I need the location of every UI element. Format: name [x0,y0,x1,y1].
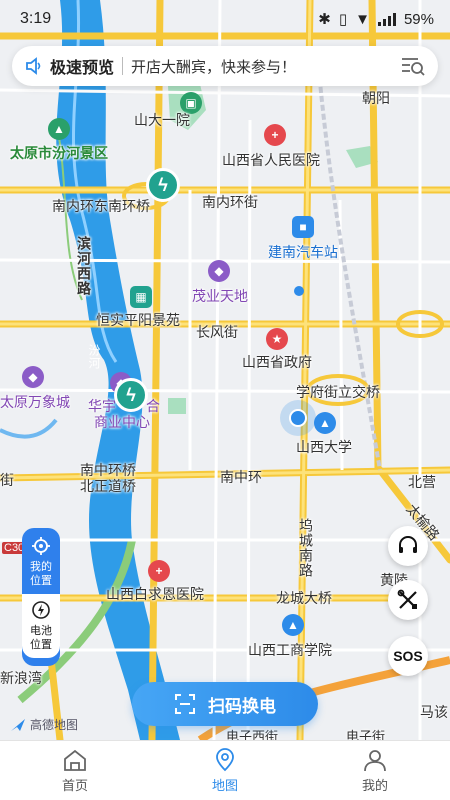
map-canvas [0,0,450,740]
battery-location-label: 电池 位置 [30,625,52,651]
map-label: 街 [0,472,14,488]
map-label: 南中环 [220,469,262,485]
map-label: 滨河西路 [76,236,92,296]
vibrate-icon: ▯ [338,11,348,28]
map-label: 茂业天地 [192,288,248,304]
map-label: 朝阳 [362,90,390,106]
notice-text: 开店大酬宾，快来参与！ [131,58,297,76]
map-label: 太原万象城 [0,394,70,410]
map-label: 南内环东南环桥 [52,198,150,214]
sos-label: SOS [393,648,423,664]
bottom-tab-bar: 首页 地图 我的 [0,740,450,800]
speaker-icon [26,57,41,75]
amap-logo-icon [11,718,25,731]
building-marker-icon[interactable]: ▦ [130,286,152,308]
map-view[interactable]: + + ★ ▣ ▲ ■ ◆ ◆ ◆ ▦ ▲ ▲ ϟ ϟ 朝阳 山大一院 太原市汾… [0,0,450,740]
location-controls: 我的 位置 电池 位置 [22,528,60,666]
home-icon [64,749,86,771]
tab-map[interactable]: 地图 [150,741,300,800]
charging-station-icon[interactable]: ϟ [146,168,180,202]
scan-swap-battery-button[interactable]: 扫码换电 [132,682,318,726]
map-label: 南内环街 [202,194,258,210]
map-label: 商业中心 [94,414,150,430]
status-bar: 3:19 ✱ ▯ ▼ 59% [0,0,450,38]
lightning-circle-icon [32,601,50,619]
scan-button-label: 扫码换电 [208,696,276,716]
school-marker-icon-2[interactable]: ▲ [282,614,304,636]
map-label: 山西工商学院 [248,642,332,658]
map-label: 建南汽车站 [268,244,338,260]
map-label: 合 [146,398,160,414]
amap-logo-text: 高德地图 [30,718,79,732]
shopping-marker-icon[interactable]: ◆ [208,260,230,282]
notice-divider [122,57,124,75]
user-icon [364,749,386,771]
scenic-marker-icon[interactable]: ▲ [48,118,70,140]
map-label: 山西省人民医院 [222,152,320,168]
sos-button[interactable]: SOS [388,636,428,676]
amap-logo: 高德地图 [10,716,78,733]
my-location-label: 我的 位置 [30,561,52,587]
tab-home-label: 首页 [61,777,88,793]
map-label: 电子街 [346,729,386,740]
hospital-marker-icon-2[interactable]: + [148,560,170,582]
map-label: 长风街 [196,324,238,340]
customer-service-button[interactable] [388,526,428,566]
map-label: 新浪湾 [0,670,42,686]
map-label: 北正道桥 [80,478,136,494]
scan-icon [175,694,195,714]
map-label: 山大一院 [134,112,190,128]
notice-title: 极速预览 [50,60,115,77]
map-label: 汾河 [87,344,101,370]
notice-bar[interactable]: 极速预览 开店大酬宾，快来参与！ [12,46,438,86]
signal-icon [377,12,396,26]
map-label: 电子西街 [226,729,279,740]
government-star-icon[interactable]: ★ [266,328,288,350]
map-pin-icon [216,747,234,771]
map-label: 马该 [420,704,448,720]
search-list-icon[interactable] [400,55,426,77]
headset-icon [399,536,417,553]
bluetooth-icon: ✱ [318,11,331,28]
tab-home[interactable]: 首页 [0,741,150,800]
crosshair-icon [32,537,50,555]
bus-station-icon[interactable]: ■ [292,216,314,238]
charging-station-icon-2[interactable]: ϟ [114,378,148,412]
tab-mine-label: 我的 [361,777,388,793]
map-label: 恒实平阳景苑 [96,312,180,328]
shopping-marker-icon-2[interactable]: ◆ [22,366,44,388]
status-icons: ✱ ▯ ▼ 59% [318,10,434,29]
battery-location-button[interactable]: 电池 位置 [22,594,60,658]
hospital-marker-icon[interactable]: + [264,124,286,146]
map-label: 学府街立交桥 [296,384,380,400]
map-label: 坞城南路 [298,518,314,578]
status-time: 3:19 [20,10,52,27]
map-label: 山西大学 [296,439,352,455]
map-label: 山西白求恩医院 [106,586,204,602]
wifi-icon: ▼ [355,10,370,28]
map-label: 山西省政府 [242,354,312,370]
map-label: 龙城大桥 [276,590,332,606]
battery-percent: 59% [403,10,434,28]
tab-map-label: 地图 [211,777,238,793]
school-marker-icon[interactable]: ▲ [314,412,336,434]
map-label: 太原市汾河景区 [10,145,108,161]
my-location-button[interactable]: 我的 位置 [30,536,52,588]
tools-icon [397,589,417,609]
tab-mine[interactable]: 我的 [300,741,450,800]
map-label: 北营 [408,474,436,490]
repair-button[interactable] [388,580,428,620]
